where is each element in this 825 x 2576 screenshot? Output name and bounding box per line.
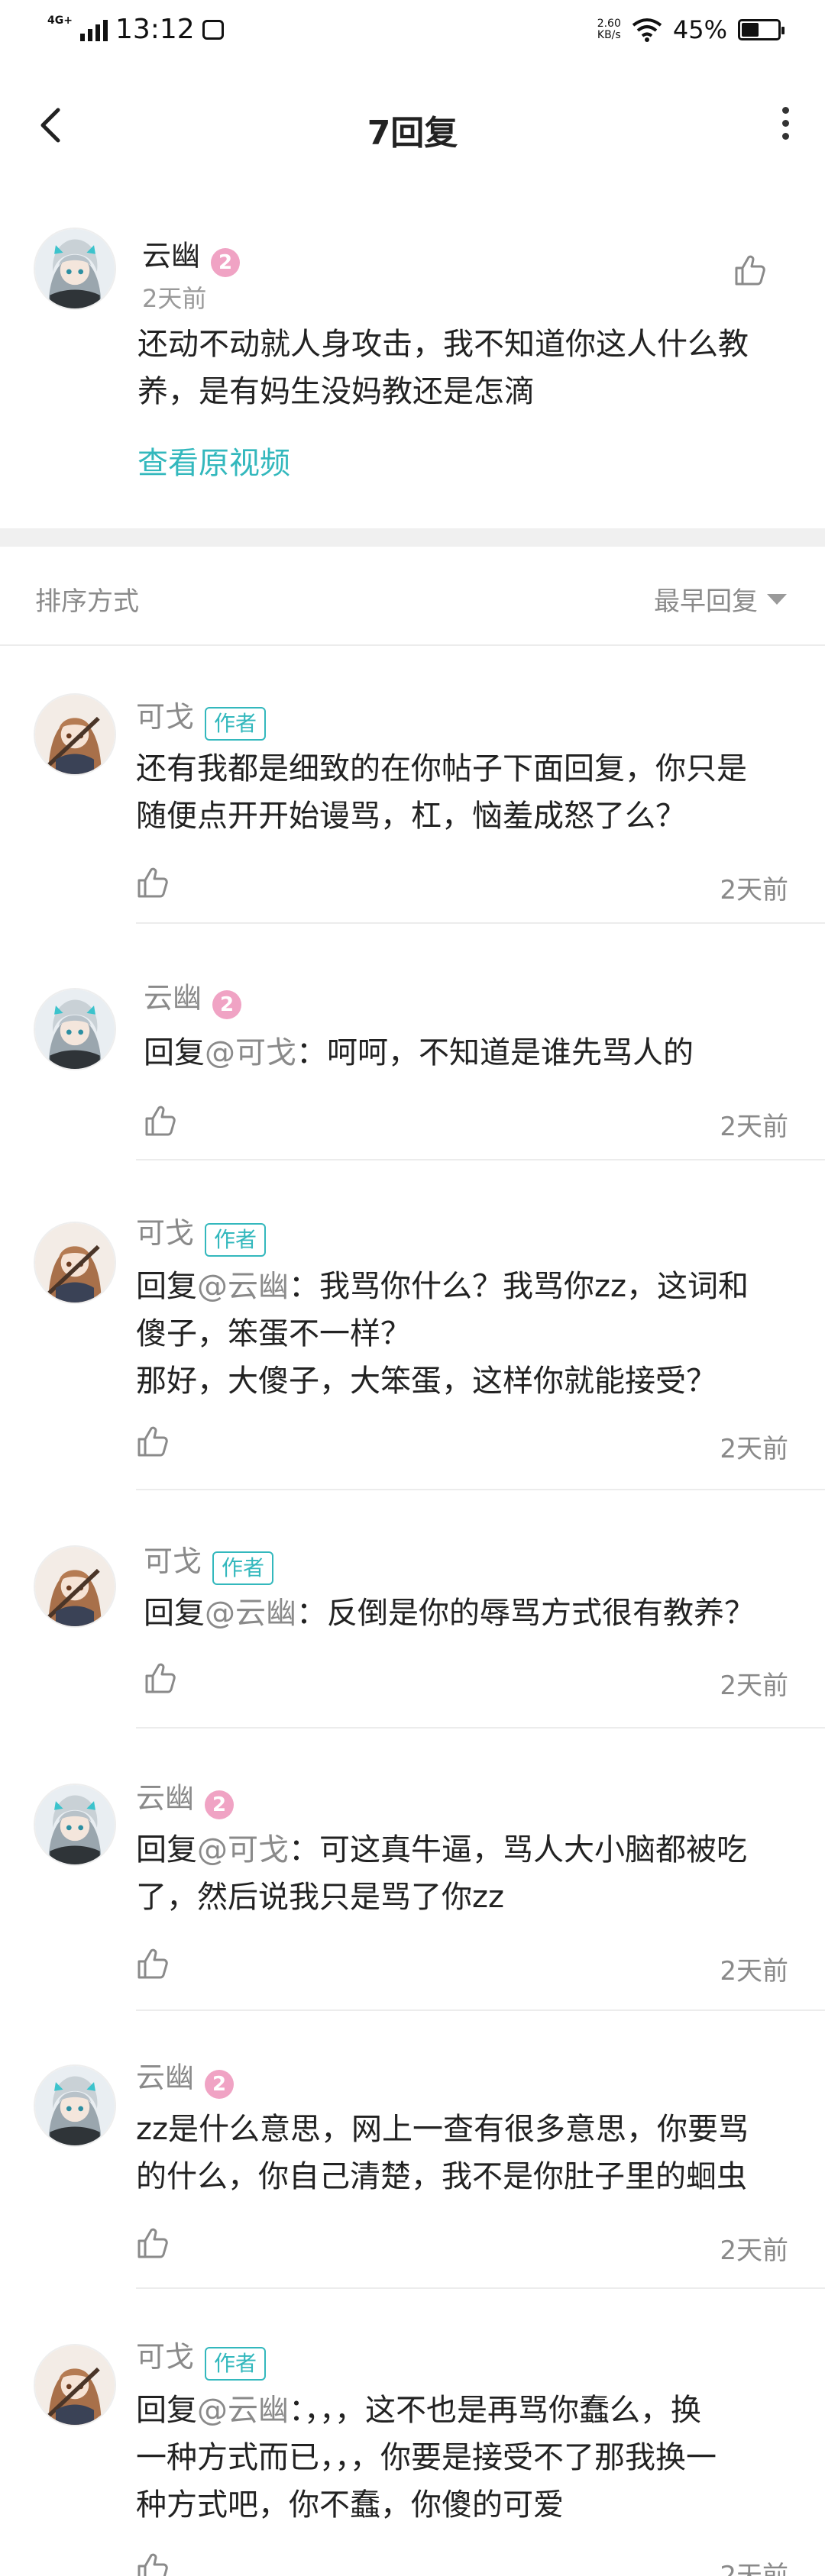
avatar[interactable] — [34, 1222, 116, 1304]
author-badge: 作者 — [212, 1551, 274, 1585]
reply-text: 回复@可戈：可这真牛逼，骂人大小脑都被吃 了，然后说我只是骂了你zz — [136, 1832, 747, 1915]
like-button[interactable] — [134, 864, 171, 901]
clock: 13:12 — [115, 14, 195, 45]
network-type: 4G+ — [47, 14, 73, 27]
battery-icon — [738, 19, 785, 40]
reply-time: 2天前 — [720, 2235, 788, 2266]
author-badge: 作者 — [205, 2346, 267, 2381]
section-divider — [0, 528, 825, 547]
avatar[interactable] — [34, 2064, 116, 2147]
author-badge: 作者 — [205, 706, 267, 741]
like-button[interactable] — [134, 2225, 171, 2261]
reply-item: 可戈 作者 回复@云幽：，，，这不也是再骂你蠢么，换 一种方式而已，，，你要是接受… — [0, 2289, 825, 2576]
sort-label: 排序方式 — [35, 586, 139, 617]
page-title: 7回复 — [367, 114, 458, 153]
reply-time: 2天前 — [720, 875, 788, 905]
like-button[interactable] — [142, 1102, 179, 1139]
reply-item: 可戈 作者 回复@云幽：反倒是你的辱骂方式很有教养？ 2天前 — [0, 1490, 825, 1729]
mention-link[interactable]: @云幽 — [197, 1269, 289, 1304]
mention-link[interactable]: @云幽 — [205, 1596, 296, 1631]
reply-time: 2天前 — [720, 1956, 788, 1987]
like-button[interactable] — [134, 1945, 171, 1982]
view-original-video-link[interactable]: 查看原视频 — [138, 438, 290, 483]
author-name[interactable]: 可戈 — [136, 1216, 194, 1250]
reply-time: 2天前 — [720, 2561, 788, 2576]
reply-text: 回复@云幽：我骂你什么？我骂你zz，这词和 傻子，笨蛋不一样？ 那好，大傻子，大… — [136, 1269, 749, 1399]
level-badge: 2 — [211, 247, 241, 277]
more-options-button[interactable] — [767, 101, 804, 150]
like-button[interactable] — [134, 2550, 171, 2576]
reply-time: 2天前 — [720, 1671, 788, 1701]
reply-text: 回复@可戈：呵呵，不知道是谁先骂人的 — [144, 1035, 694, 1070]
level-badge: 2 — [212, 989, 242, 1019]
author-name[interactable]: 云幽 — [136, 2061, 194, 2094]
author-name[interactable]: 可戈 — [136, 700, 194, 734]
notification-icon — [202, 19, 224, 40]
avatar[interactable] — [34, 693, 116, 776]
reply-text: zz是什么意思，网上一查有很多意思，你要骂 的什么，你自己清楚，我不是你肚子里的… — [136, 2112, 749, 2194]
avatar[interactable] — [34, 228, 116, 310]
reply-item: 云幽 2 zz是什么意思，网上一查有很多意思，你要骂 的什么，你自己清楚，我不是你… — [0, 2011, 825, 2289]
reply-item: 云幽 2 回复@可戈：呵呵，不知道是谁先骂人的 2天前 — [0, 924, 825, 1160]
avatar[interactable] — [34, 1784, 116, 1866]
signal-icon — [79, 18, 108, 41]
reply-item: 可戈 作者 回复@云幽：我骂你什么？我骂你zz，这词和 傻子，笨蛋不一样？ 那好，… — [0, 1160, 825, 1490]
battery-percent: 45% — [672, 15, 727, 44]
reply-time: 2天前 — [720, 1434, 788, 1464]
like-button[interactable] — [134, 1423, 171, 1460]
like-button[interactable] — [732, 252, 768, 289]
author-name[interactable]: 可戈 — [144, 1545, 202, 1578]
reply-item: 云幽 2 回复@可戈：可这真牛逼，骂人大小脑都被吃 了，然后说我只是骂了你zz 2… — [0, 1729, 825, 2011]
mention-link[interactable]: @可戈 — [205, 1035, 296, 1070]
reply-item: 可戈 作者 还有我都是细致的在你帖子下面回复，你只是 随便点开开始谩骂，杠，恼羞成… — [0, 646, 825, 924]
network-speed: 2.60 KB/s — [597, 18, 621, 41]
comment-text: 还动不动就人身攻击，我不知道你这人什么教 养，是有妈生没妈教还是怎滴 — [138, 327, 749, 409]
author-name[interactable]: 可戈 — [136, 2340, 194, 2374]
status-bar: 4G+ 13:12 2.60 KB/s 45% — [0, 0, 825, 61]
avatar[interactable] — [34, 1545, 116, 1628]
reply-text: 回复@云幽：，，，这不也是再骂你蠢么，换 一种方式而已，，，你要是接受不了那我换… — [136, 2393, 717, 2523]
caret-down-icon — [767, 593, 787, 605]
author-name[interactable]: 云幽 — [144, 981, 202, 1015]
comment-author-row: 云幽 2 — [142, 232, 241, 277]
comment-time: 2天前 — [142, 284, 207, 313]
level-badge: 2 — [205, 2069, 235, 2099]
level-badge: 2 — [205, 1790, 235, 1819]
top-nav: 7回复 — [0, 61, 825, 192]
sort-bar: 排序方式 最早回复 — [0, 547, 825, 646]
reply-text: 回复@云幽：反倒是你的辱骂方式很有教养？ — [144, 1596, 755, 1631]
author-name[interactable]: 云幽 — [142, 239, 200, 273]
reply-time: 2天前 — [720, 1112, 788, 1142]
mention-link[interactable]: @云幽 — [197, 2393, 289, 2428]
avatar[interactable] — [34, 988, 116, 1070]
like-button[interactable] — [142, 1660, 179, 1696]
wifi-icon — [632, 18, 662, 42]
mention-link[interactable]: @可戈 — [197, 1832, 289, 1867]
reply-text: 还有我都是细致的在你帖子下面回复，你只是 随便点开开始谩骂，杠，恼羞成怒了么？ — [136, 751, 747, 834]
author-name[interactable]: 云幽 — [136, 1781, 194, 1815]
sort-dropdown[interactable]: 最早回复 — [654, 580, 787, 618]
author-badge: 作者 — [205, 1222, 267, 1257]
main-comment: 云幽 2 2天前 还动不动就人身攻击，我不知道你这人什么教 养，是有妈生没妈教还是… — [0, 192, 825, 528]
avatar[interactable] — [34, 2344, 116, 2426]
